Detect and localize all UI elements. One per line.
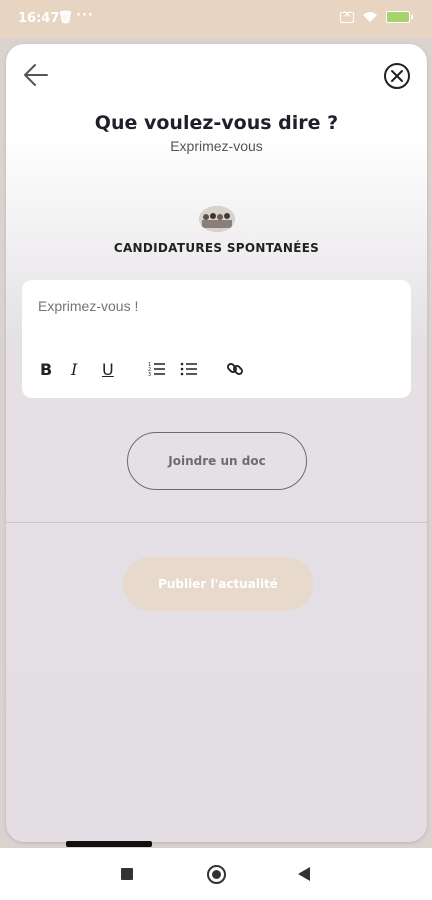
scroll-indicator — [66, 841, 152, 847]
post-text-input[interactable] — [38, 298, 393, 314]
trash-icon: 🗑 — [58, 10, 74, 24]
system-nav-bar — [0, 848, 432, 900]
page-subtitle: Exprimez-vous — [170, 138, 263, 154]
svg-text:3: 3 — [148, 372, 151, 378]
attach-document-button[interactable]: Joindre un doc — [127, 432, 307, 490]
close-circle-icon — [384, 63, 410, 89]
status-bar: 16:47 🗑 ··· — [0, 0, 432, 38]
link-icon — [227, 363, 243, 375]
ordered-list-icon: 1 2 3 — [148, 362, 165, 378]
battery-icon — [386, 11, 413, 23]
status-icons — [340, 9, 413, 23]
link-button[interactable] — [226, 360, 244, 380]
bullet-list-button[interactable] — [180, 360, 198, 380]
underline-button[interactable]: U — [102, 360, 114, 380]
bold-button[interactable]: B — [40, 360, 52, 380]
back-button[interactable] — [22, 62, 50, 88]
home-button[interactable] — [207, 865, 226, 884]
recent-apps-button[interactable] — [121, 868, 133, 880]
group-name: CANDIDATURES SPONTANÉES — [113, 241, 320, 255]
post-editor: B I U 1 2 3 — [22, 280, 411, 398]
publish-button[interactable]: Publier l'actualité — [123, 557, 313, 611]
divider — [6, 522, 427, 523]
system-back-button[interactable] — [298, 867, 310, 881]
wifi-icon — [362, 11, 378, 23]
status-time: 16:47 — [18, 11, 60, 26]
post-composer-sheet: Que voulez-vous dire ? Exprimez-vous CAN… — [6, 44, 427, 842]
close-button[interactable] — [383, 62, 411, 90]
italic-button[interactable]: I — [71, 360, 77, 380]
bullet-list-icon — [180, 362, 197, 376]
group-avatar — [199, 206, 235, 232]
arrow-left-icon — [24, 64, 48, 86]
page-title: Que voulez-vous dire ? — [94, 112, 339, 134]
ordered-list-button[interactable]: 1 2 3 — [148, 360, 166, 380]
sim-off-icon — [340, 9, 354, 23]
status-dots: ··· — [76, 8, 94, 23]
